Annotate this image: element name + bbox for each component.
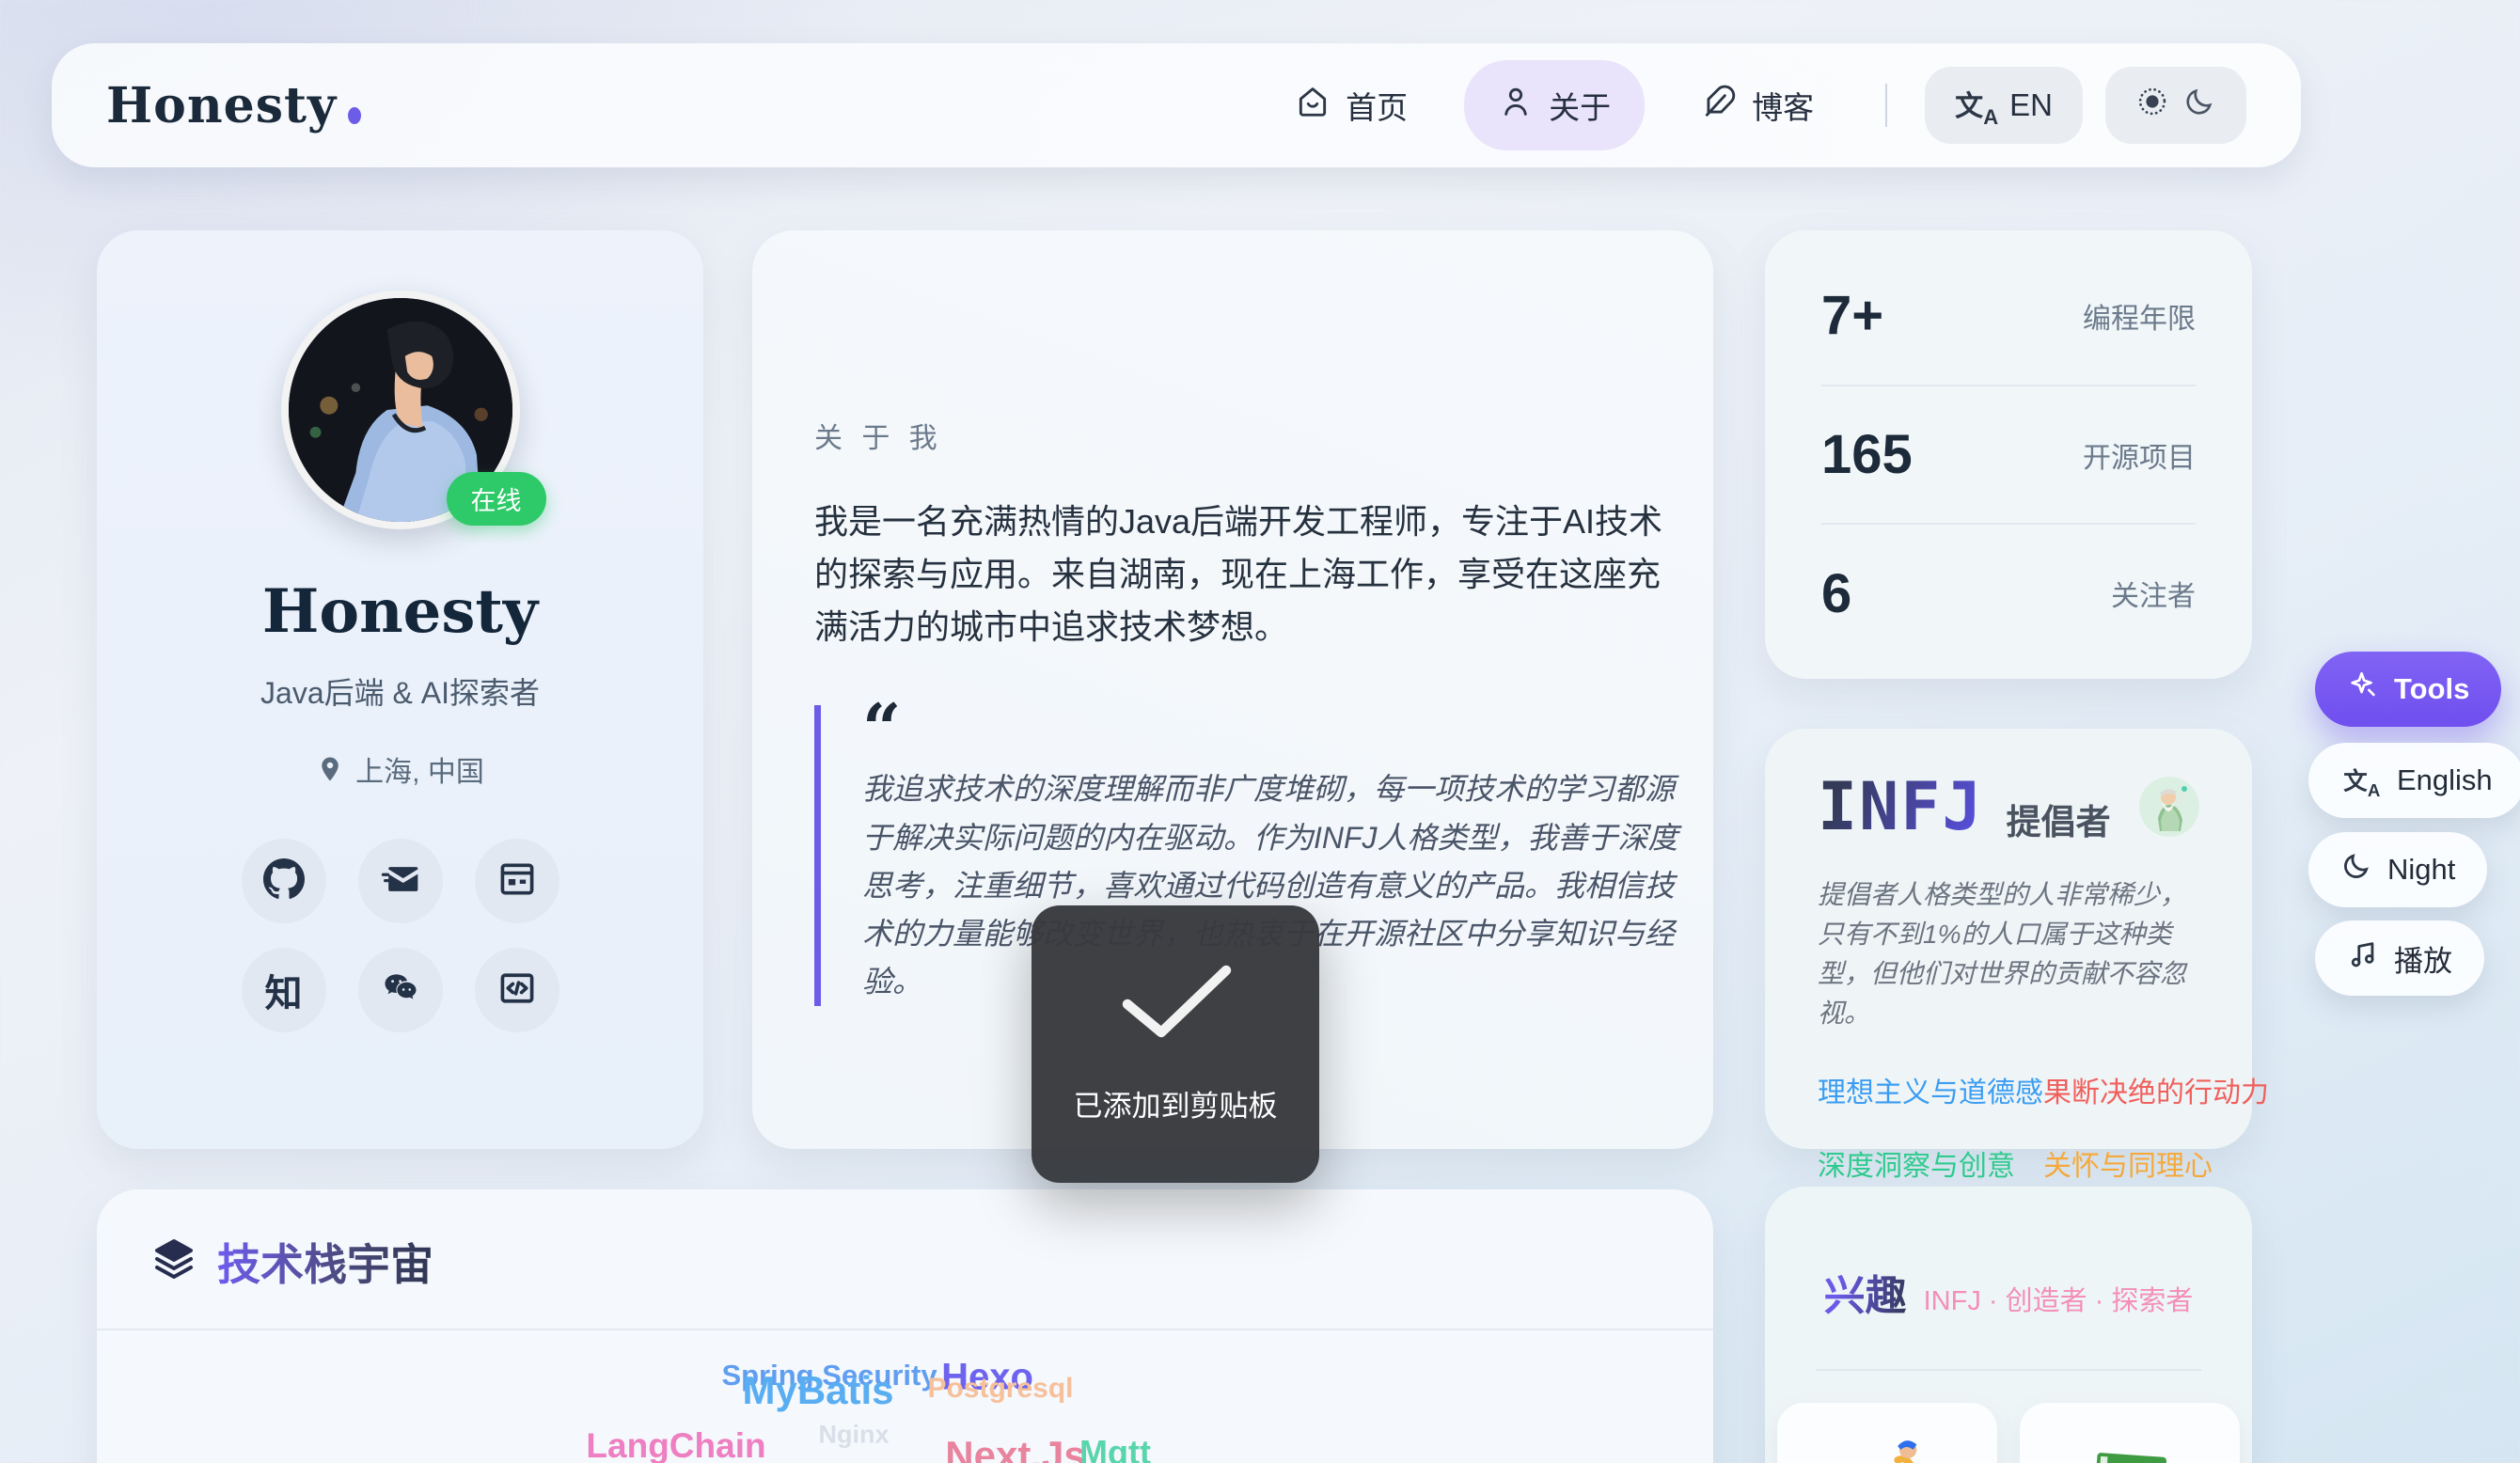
advocate-mascot-icon bbox=[2139, 777, 2199, 837]
music-note-icon bbox=[2347, 938, 2379, 978]
interest-tile-cycling bbox=[1777, 1403, 1997, 1463]
divider bbox=[1816, 1369, 2201, 1371]
email-send-icon bbox=[380, 858, 421, 905]
wechat-icon bbox=[380, 967, 421, 1014]
clipboard-toast: 已添加到剪贴板 bbox=[1032, 905, 1319, 1183]
email-link[interactable] bbox=[358, 839, 443, 923]
tech-word[interactable]: Postgresql bbox=[927, 1373, 1073, 1405]
tech-word[interactable]: Mqtt bbox=[1079, 1433, 1151, 1463]
quote-mark-icon: “ bbox=[862, 705, 1651, 752]
moon-icon bbox=[2182, 85, 2216, 126]
interest-tile-reading bbox=[2020, 1403, 2240, 1463]
stat-row: 165 开源项目 bbox=[1821, 385, 2196, 524]
feather-icon bbox=[1701, 84, 1737, 127]
language-label: EN bbox=[2009, 87, 2053, 123]
nav-item-home[interactable]: 首页 bbox=[1261, 60, 1441, 150]
top-navbar: Honesty 首页 关于 bbox=[52, 43, 2301, 167]
personality-description: 提倡者人格类型的人非常稀少，只有不到1%的人口属于这种类型，但他们对世界的贡献不… bbox=[1818, 875, 2199, 1033]
map-pin-icon bbox=[316, 755, 344, 783]
translate-icon: 文A bbox=[2343, 764, 2378, 796]
tech-word[interactable]: Nginx bbox=[818, 1421, 889, 1450]
stat-label: 编程年限 bbox=[2083, 295, 2196, 337]
zhihu-link[interactable]: 知 bbox=[242, 948, 326, 1032]
nav-item-label: 首页 bbox=[1346, 83, 1408, 128]
github-icon bbox=[263, 858, 305, 905]
brand-dot bbox=[348, 107, 361, 124]
stat-row: 6 关注者 bbox=[1821, 523, 2196, 662]
english-label: English bbox=[2397, 763, 2493, 797]
trait-item: 理想主义与道德感 bbox=[1818, 1069, 2043, 1110]
tech-stack-card: 技术栈宇宙 Spring Security MyBatis Hexo Postg… bbox=[97, 1189, 1713, 1463]
sun-icon bbox=[2135, 85, 2169, 126]
home-icon bbox=[1295, 84, 1331, 127]
user-icon bbox=[1498, 84, 1534, 127]
check-icon bbox=[1105, 958, 1246, 1045]
night-label: Night bbox=[2387, 853, 2455, 887]
nav-item-blog[interactable]: 博客 bbox=[1667, 60, 1848, 150]
personality-card: INFJ 提倡者 提倡者人格类型的人非常稀少，只有不到1%的人口属于这种类型，但… bbox=[1765, 729, 2252, 1149]
sparkle-icon bbox=[2347, 669, 2379, 709]
zhihu-icon: 知 bbox=[265, 963, 303, 1017]
trait-item: 果断决绝的行动力 bbox=[2043, 1069, 2269, 1110]
trait-item: 关怀与同理心 bbox=[2043, 1142, 2269, 1184]
profile-role: Java后端 & AI探索者 bbox=[97, 669, 703, 713]
trait-item: 深度洞察与创意 bbox=[1818, 1142, 2043, 1184]
newspaper-icon bbox=[496, 858, 538, 905]
profile-location: 上海, 中国 bbox=[97, 748, 703, 790]
stat-value: 6 bbox=[1821, 562, 1851, 625]
cycling-icon bbox=[1832, 1425, 1943, 1463]
moon-icon bbox=[2340, 850, 2372, 889]
translate-icon: 文A bbox=[1955, 87, 1996, 124]
stat-value: 165 bbox=[1821, 423, 1913, 486]
play-label: 播放 bbox=[2394, 937, 2452, 980]
stats-card: 7+ 编程年限 165 开源项目 6 关注者 bbox=[1765, 230, 2252, 679]
english-fab-button[interactable]: 文A English bbox=[2308, 743, 2520, 818]
tools-fab-button[interactable]: Tools bbox=[2315, 652, 2501, 727]
wechat-link[interactable] bbox=[358, 948, 443, 1032]
code-window-icon bbox=[496, 967, 538, 1014]
about-paragraph: 我是一名充满热情的Java后端开发工程师，专注于AI技术的探索与应用。来自湖南，… bbox=[814, 496, 1665, 653]
about-section-label: 关 于 我 bbox=[814, 415, 1651, 456]
tech-word[interactable]: Next.Js bbox=[945, 1433, 1085, 1463]
personality-subtitle: 提倡者 bbox=[2007, 794, 2111, 844]
nav-item-label: 博客 bbox=[1752, 83, 1814, 128]
tools-label: Tools bbox=[2394, 672, 2469, 706]
profile-name: Honesty bbox=[97, 576, 703, 647]
code-link[interactable] bbox=[475, 948, 559, 1032]
language-switch-button[interactable]: 文A EN bbox=[1925, 67, 2083, 144]
nav-divider bbox=[1885, 84, 1887, 127]
night-mode-fab-button[interactable]: Night bbox=[2308, 832, 2487, 907]
music-play-fab-button[interactable]: 播放 bbox=[2315, 920, 2484, 996]
brand-logo[interactable]: Honesty bbox=[106, 77, 361, 134]
nav-item-label: 关于 bbox=[1549, 83, 1611, 128]
online-status-badge: 在线 bbox=[447, 472, 546, 526]
personality-header: INFJ 提倡者 bbox=[1818, 768, 2199, 845]
personality-traits: 理想主义与道德感 果断决绝的行动力 深度洞察与创意 关怀与同理心 bbox=[1818, 1069, 2199, 1184]
interests-card: 兴趣 INFJ · 创造者 · 探索者 bbox=[1765, 1187, 2252, 1463]
tech-word[interactable]: MyBatis bbox=[742, 1368, 893, 1413]
stat-value: 7+ bbox=[1821, 284, 1883, 347]
tech-word[interactable]: LangChain bbox=[586, 1426, 765, 1463]
nav-item-about[interactable]: 关于 bbox=[1464, 60, 1645, 150]
interests-title: 兴趣 bbox=[1824, 1262, 1907, 1322]
toast-message: 已添加到剪贴板 bbox=[1074, 1082, 1278, 1125]
interests-header: 兴趣 INFJ · 创造者 · 探索者 bbox=[1765, 1262, 2252, 1322]
theme-toggle[interactable] bbox=[2105, 67, 2246, 144]
personality-type: INFJ bbox=[1818, 768, 1984, 845]
nav-menu: 首页 关于 博客 文A EN bbox=[1261, 60, 2246, 150]
github-link[interactable] bbox=[242, 839, 326, 923]
brand-name: Honesty bbox=[106, 77, 337, 134]
tech-word-cloud: Spring Security MyBatis Hexo Postgresql … bbox=[97, 1189, 1713, 1463]
stat-row: 7+ 编程年限 bbox=[1821, 247, 2196, 385]
social-links: 知 bbox=[97, 839, 703, 1032]
interests-subtitle: INFJ · 创造者 · 探索者 bbox=[1924, 1279, 2194, 1318]
books-icon bbox=[2074, 1425, 2185, 1463]
blog-link[interactable] bbox=[475, 839, 559, 923]
interest-tiles bbox=[1765, 1403, 2252, 1463]
profile-card: 在线 Honesty Java后端 & AI探索者 上海, 中国 知 bbox=[97, 230, 703, 1149]
stat-label: 关注者 bbox=[2111, 573, 2196, 614]
stat-label: 开源项目 bbox=[2083, 434, 2196, 476]
